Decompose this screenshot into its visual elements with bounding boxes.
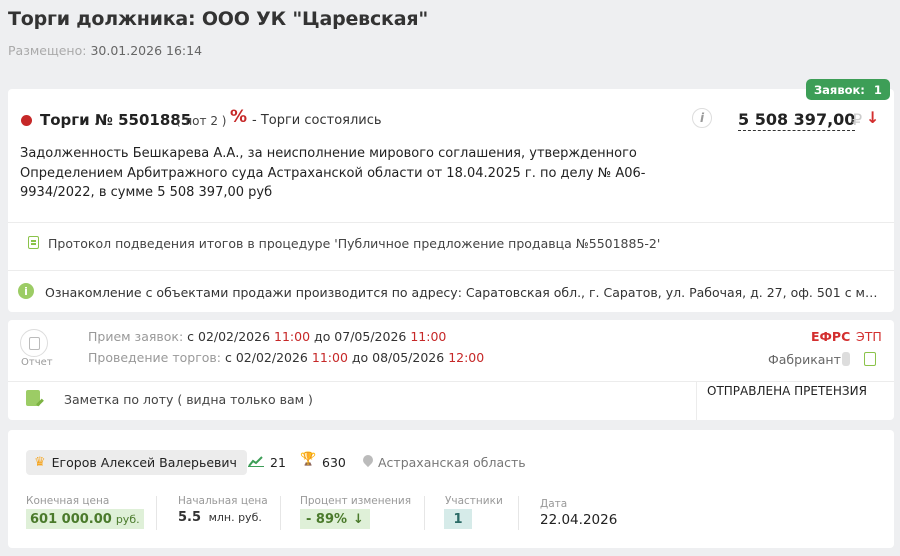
auction-from: с 02/02/2026 [224,350,308,365]
change-percent: - 89% ↓ [300,509,370,529]
final-price-label: Конечная цена [26,495,110,507]
participants-count[interactable]: 1 [444,509,472,529]
divider [280,496,281,530]
start-price: 5.5 млн. руб. [178,510,262,525]
change-value: - 89% [306,511,348,527]
bottle-icon[interactable] [842,352,850,366]
posted-date: Размещено: 30.01.2026 16:14 [8,43,202,58]
note-edit-icon[interactable] [26,390,40,406]
chart-icon [248,456,264,467]
applications-schedule: Прием заявок: с 02/02/2026 11:00 до 07/0… [88,329,446,344]
down-arrow-icon: ↓ [353,511,364,527]
report-icon[interactable] [20,329,48,357]
result-card [8,430,894,548]
bids-count-badge: Заявок: 1 [806,79,890,100]
applications-label: Прием заявок: [88,329,184,344]
document-icon [28,236,39,249]
etp-link[interactable]: ЭТП [856,329,882,344]
divider [696,381,697,420]
price-down-arrow-icon: ↓ [866,108,880,127]
trophy-icon: 🏆 [300,452,317,467]
status-dot-icon [21,115,32,126]
applications-from: с 02/02/2026 [187,329,271,344]
applications-from-time: 11:00 [274,329,311,344]
page-title: Торги должника: ООО УК "Царевская" [8,8,429,30]
protocol-link[interactable]: Протокол подведения итогов в процедуре '… [48,236,660,251]
final-price: 601 000.00 руб. [26,509,144,529]
divider [518,496,519,530]
views-count: 21 [270,455,286,470]
auction-schedule: Проведение торгов: с 02/02/2026 11:00 до… [88,350,484,365]
final-price-value: 601 000.00 [30,511,112,527]
posted-label: Размещено: [8,43,87,58]
applications-to-time: 11:00 [410,329,447,344]
auction-to: до 08/05/2026 [351,350,445,365]
divider [156,496,157,530]
bids-count: 1 [873,82,882,97]
platform-name: Фабрикант [768,352,841,367]
lot-title-link[interactable]: Торги № 5501885 [40,111,191,129]
auction-from-time: 11:00 [311,350,348,365]
divider [8,381,894,382]
divider [8,270,894,271]
score-count: 630 [322,455,346,470]
lot-description: Задолженность Бешкарева А.А., за неиспол… [20,146,646,200]
divider [424,496,425,530]
date-label: Дата [540,498,568,510]
result-date: 22.04.2026 [540,512,618,528]
lot-price[interactable]: 5 508 397,00 [738,110,856,131]
posted-value: 30.01.2026 16:14 [90,43,203,58]
start-price-unit: млн. руб. [208,511,262,524]
start-price-value: 5.5 [178,510,202,525]
percent-icon: % [230,107,248,127]
final-price-unit: руб. [115,512,140,526]
lot-number: ( лот 2 ) [176,114,227,128]
lot-status: - Торги состоялись [252,113,382,128]
info-icon[interactable]: i [692,108,712,128]
winner-name: Егоров Алексей Валерьевич [51,455,237,470]
report-label: Отчет [21,357,53,368]
divider [8,222,894,223]
start-price-label: Начальная цена [178,495,268,507]
crown-icon: ♛ [34,455,46,470]
inspection-info: Ознакомление с объектами продажи произво… [45,285,881,300]
auction-label: Проведение торгов: [88,350,221,365]
applications-to: до 07/05/2026 [314,329,407,344]
lot-note-field[interactable]: Заметка по лоту ( видна только вам ) [64,392,313,407]
winner-chip[interactable]: ♛ Егоров Алексей Валерьевич [26,450,247,475]
ruble-icon: ₽ [852,110,863,129]
auction-to-time: 12:00 [448,350,485,365]
region: Астраханская область [378,455,526,470]
info-bulb-icon: i [18,283,34,299]
bids-label: Заявок: [814,82,865,97]
notes-icon[interactable] [864,352,876,366]
efrs-link[interactable]: ЕФРС [811,329,850,344]
change-label: Процент изменения [300,495,412,507]
participants-label: Участники [445,495,503,507]
claim-status: ОТПРАВЛЕНА ПРЕТЕНЗИЯ [707,384,867,398]
